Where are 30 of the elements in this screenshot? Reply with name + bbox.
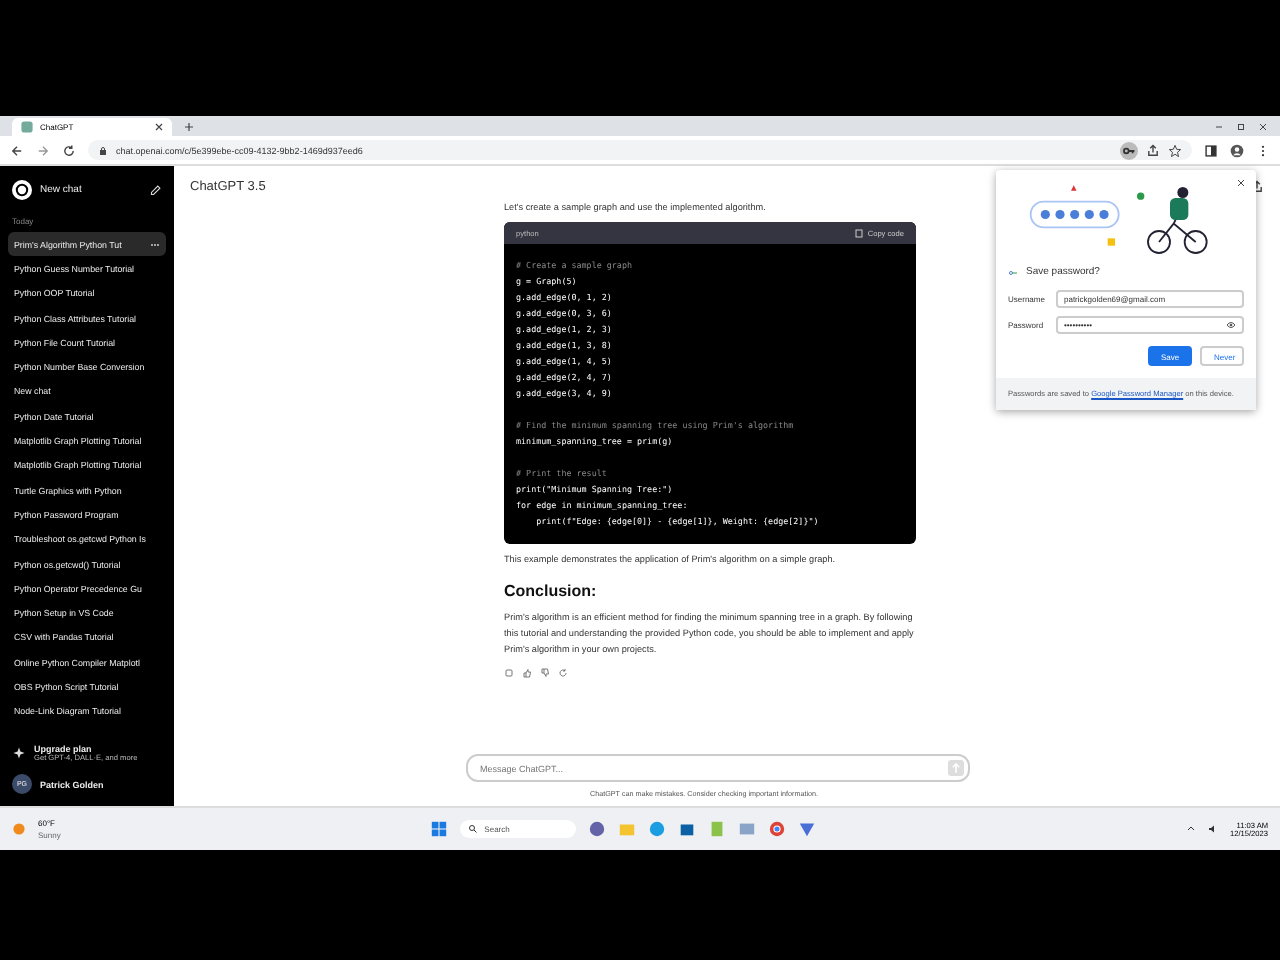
close-icon[interactable] (154, 122, 164, 132)
reload-icon[interactable] (62, 143, 76, 157)
star-icon[interactable] (1168, 143, 1182, 157)
side-panel-icon[interactable] (1204, 143, 1218, 157)
restore-icon[interactable] (1236, 121, 1246, 131)
section-heading: Conclusion: (504, 582, 599, 600)
edit-icon[interactable] (148, 183, 162, 197)
key-icon (1008, 267, 1018, 277)
close-window-icon[interactable] (1258, 121, 1268, 131)
windows-start-icon[interactable] (430, 820, 449, 838)
search-icon (468, 824, 479, 834)
close-icon[interactable] (1236, 178, 1246, 188)
profile-icon[interactable] (1230, 143, 1244, 157)
thumbs-down-icon[interactable] (540, 668, 550, 678)
sparkle-icon (12, 746, 26, 760)
copy-icon[interactable] (504, 668, 514, 678)
forward-icon[interactable] (36, 143, 50, 157)
key-icon[interactable] (1120, 141, 1138, 159)
chatgpt-logo-icon (12, 180, 32, 200)
regenerate-icon[interactable] (558, 668, 568, 678)
speaker-icon[interactable] (1208, 824, 1218, 834)
menu-icon[interactable] (1256, 143, 1270, 157)
lock-icon (98, 145, 108, 155)
weather-sun-icon (12, 822, 26, 836)
thumbs-up-icon[interactable] (522, 668, 532, 678)
back-icon[interactable] (10, 143, 24, 157)
chrome-icon[interactable] (768, 820, 787, 838)
eye-icon[interactable] (1226, 320, 1236, 330)
clipboard-icon (853, 228, 864, 238)
new-tab-icon[interactable] (184, 121, 194, 131)
